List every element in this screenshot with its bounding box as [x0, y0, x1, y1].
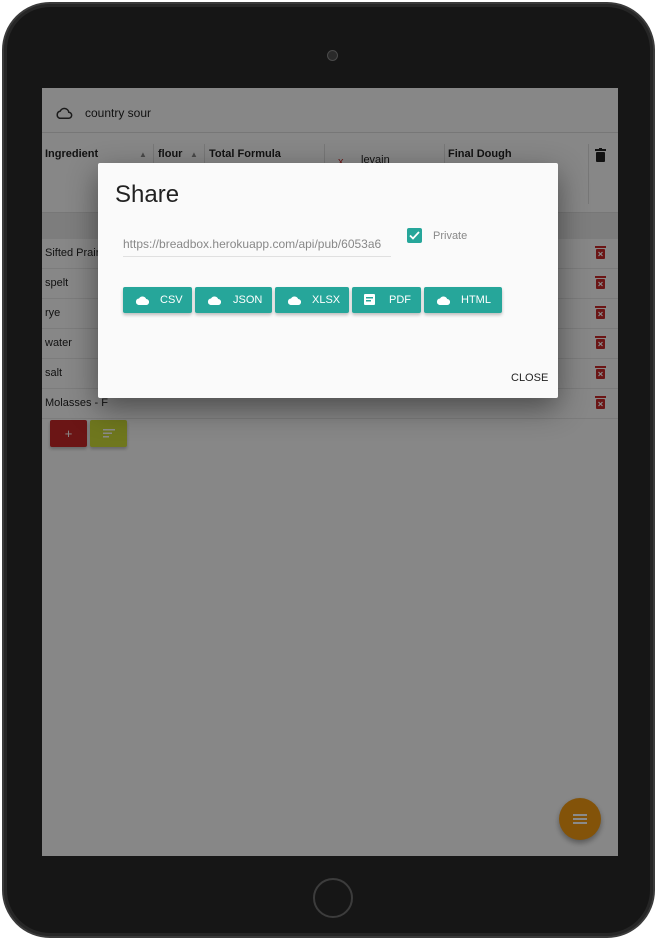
dialog-title: Share [115, 181, 180, 208]
json-label: JSON [233, 294, 263, 306]
cloud-icon [207, 296, 221, 305]
export-xlsx-button[interactable]: XLSX [275, 287, 349, 313]
export-csv-button[interactable]: CSV [123, 287, 192, 313]
private-label[interactable]: Private [433, 230, 467, 242]
pdf-icon [364, 294, 375, 305]
html-label: HTML [461, 294, 491, 306]
share-dialog: Share https://breadbox.herokuapp.com/api… [98, 163, 558, 398]
export-html-button[interactable]: HTML [424, 287, 502, 313]
cloud-icon [135, 296, 149, 305]
cloud-icon [287, 296, 301, 305]
close-button[interactable]: CLOSE [511, 372, 548, 384]
xlsx-label: XLSX [312, 294, 341, 306]
export-json-button[interactable]: JSON [195, 287, 272, 313]
export-pdf-button[interactable]: PDF [352, 287, 421, 313]
tablet-frame: country sour Ingredient ▲ flour ▲ Total … [2, 2, 655, 938]
private-checkbox[interactable] [407, 228, 422, 243]
home-button[interactable] [313, 878, 353, 918]
pdf-label: PDF [389, 294, 411, 306]
checkmark-icon [409, 231, 420, 240]
share-url-field[interactable]: https://breadbox.herokuapp.com/api/pub/6… [123, 231, 391, 257]
camera [327, 50, 338, 61]
csv-label: CSV [160, 294, 183, 306]
cloud-icon [436, 296, 450, 305]
